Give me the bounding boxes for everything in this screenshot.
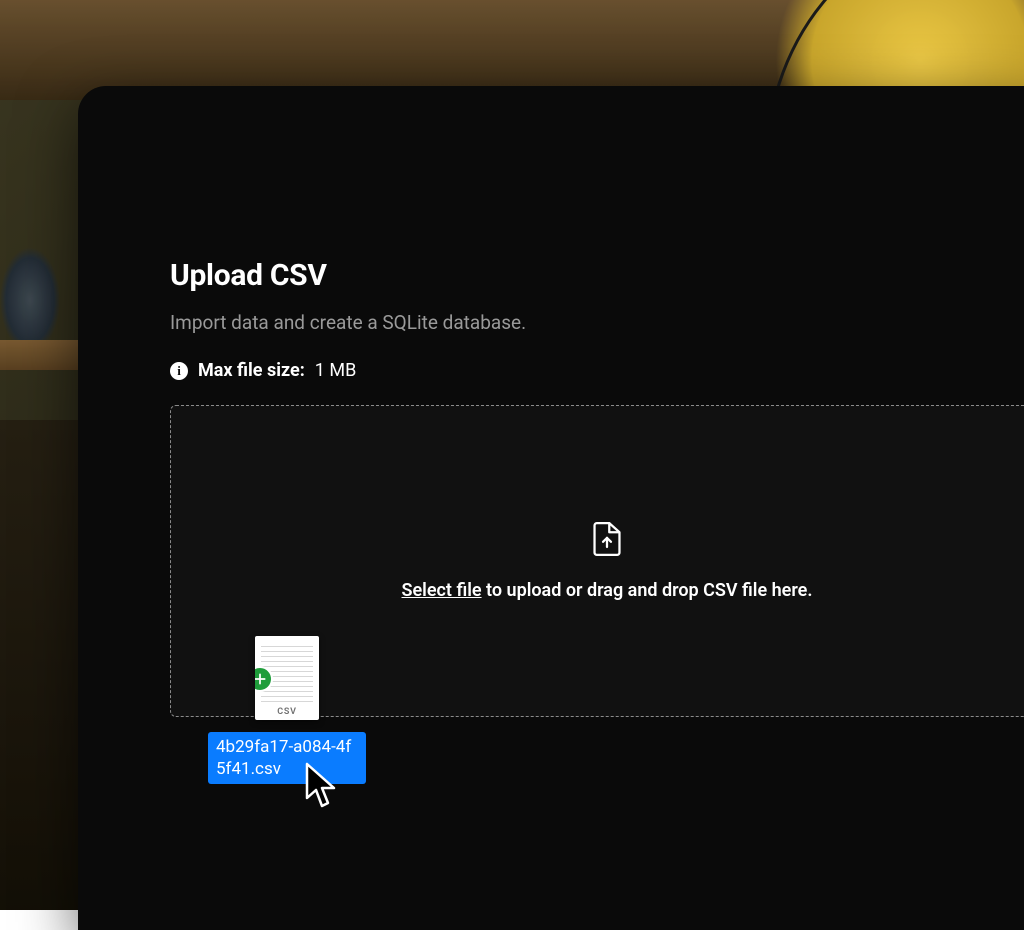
modal-title: Upload CSV (170, 258, 1024, 293)
upload-modal: Upload CSV Import data and create a SQLi… (78, 86, 1024, 930)
file-dropzone[interactable]: Select file to upload or drag and drop C… (170, 405, 1024, 717)
dropzone-text: Select file to upload or drag and drop C… (402, 580, 813, 601)
file-size-limit: i Max file size: 1 MB (170, 360, 1024, 381)
limit-label: Max file size: (198, 360, 305, 381)
info-icon: i (170, 362, 188, 380)
modal-subtitle: Import data and create a SQLite database… (170, 311, 1024, 334)
file-upload-icon (593, 522, 621, 560)
dropzone-rest-text: to upload or drag and drop CSV file here… (482, 580, 813, 601)
limit-value: 1 MB (315, 360, 357, 381)
select-file-link[interactable]: Select file (402, 580, 482, 601)
